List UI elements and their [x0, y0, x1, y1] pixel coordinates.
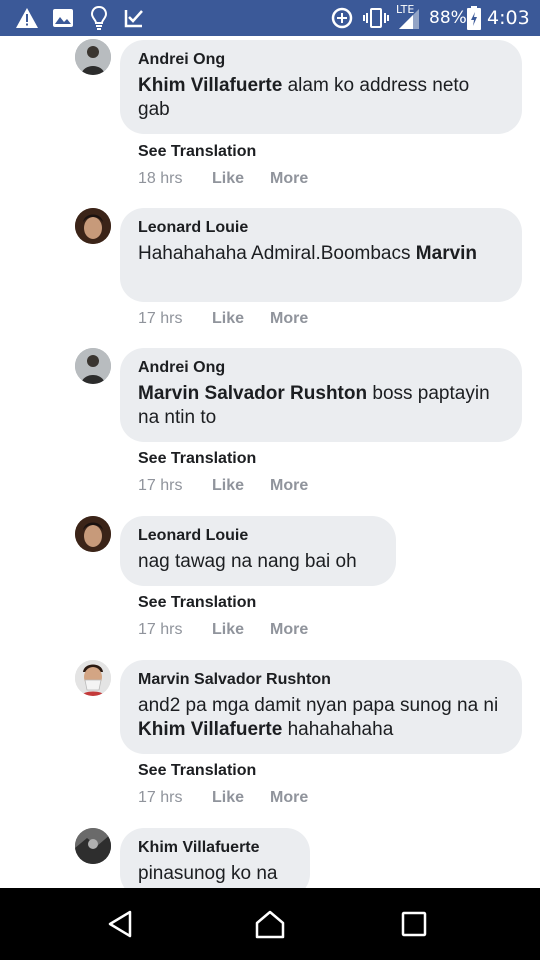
mention-link[interactable]: Khim Villafuerte — [138, 719, 282, 740]
like-button[interactable]: Like — [212, 477, 244, 495]
comment-text: Khim Villafuerte alam ko address neto ga… — [138, 75, 470, 120]
avatar[interactable] — [75, 348, 111, 384]
avatar[interactable] — [75, 828, 111, 864]
vibrate-icon — [362, 5, 390, 31]
comment-timestamp: 17 hrs — [138, 477, 183, 494]
comment-text: Marvin Salvador Rushton boss paptayin na… — [138, 383, 490, 428]
comment-timestamp: 17 hrs — [138, 310, 183, 327]
more-button[interactable]: More — [270, 310, 308, 328]
more-button[interactable]: More — [270, 170, 308, 188]
like-button[interactable]: Like — [212, 789, 244, 807]
see-translation-link[interactable]: See Translation — [138, 594, 256, 612]
avatar[interactable] — [75, 660, 111, 696]
mention-link[interactable]: Marvin — [416, 243, 477, 264]
avatar[interactable] — [75, 208, 111, 244]
avatar[interactable] — [75, 516, 111, 552]
comment-bubble[interactable]: Khim Villafuerte pinasunog ko na — [120, 828, 310, 888]
comment-timestamp: 17 hrs — [138, 621, 183, 638]
comment-author[interactable]: Leonard Louie — [138, 218, 504, 238]
comment-text: nag tawag na nang bai oh — [138, 551, 357, 572]
comment-bubble[interactable]: Andrei Ong Khim Villafuerte alam ko addr… — [120, 40, 522, 134]
mention-link[interactable]: Khim Villafuerte — [138, 75, 282, 96]
comment-author[interactable]: Marvin Salvador Rushton — [138, 670, 504, 690]
comment-bubble[interactable]: Leonard Louie nag tawag na nang bai oh — [120, 516, 396, 586]
warning-icon — [14, 5, 40, 31]
check-icon — [122, 5, 146, 31]
avatar[interactable] — [75, 39, 111, 75]
clock: 4:03 — [487, 7, 530, 29]
comment-author[interactable]: Leonard Louie — [138, 526, 378, 546]
image-icon — [51, 5, 75, 31]
see-translation-link[interactable]: See Translation — [138, 143, 256, 161]
more-button[interactable]: More — [270, 621, 308, 639]
comment-text: Hahahahaha Admiral.Boombacs Marvin — [138, 243, 478, 264]
recents-icon[interactable] — [394, 904, 434, 944]
comment-author[interactable]: Khim Villafuerte — [138, 838, 292, 858]
comment-author[interactable]: Andrei Ong — [138, 358, 504, 378]
like-button[interactable]: Like — [212, 310, 244, 328]
comment-bubble[interactable]: Marvin Salvador Rushton and2 pa mga dami… — [120, 660, 522, 754]
comment-text: pinasunog ko na — [138, 863, 278, 884]
more-button[interactable]: More — [270, 477, 308, 495]
back-icon[interactable] — [100, 904, 140, 944]
see-translation-link[interactable]: See Translation — [138, 762, 256, 780]
comment-timestamp: 18 hrs — [138, 170, 183, 187]
comment-timestamp: 17 hrs — [138, 789, 183, 806]
more-button[interactable]: More — [270, 789, 308, 807]
like-button[interactable]: Like — [212, 170, 244, 188]
home-icon[interactable] — [250, 904, 290, 944]
network-type-label: LTE — [396, 3, 415, 16]
see-translation-link[interactable]: See Translation — [138, 450, 256, 468]
battery-icon — [467, 5, 481, 31]
status-bar: LTE 88% 4:03 — [0, 0, 540, 36]
comment-feed[interactable]: Andrei Ong Khim Villafuerte alam ko addr… — [0, 36, 540, 888]
battery-percent: 88% — [429, 8, 467, 28]
data-saver-icon — [330, 5, 354, 31]
mention-link[interactable]: Marvin Salvador Rushton — [138, 383, 367, 404]
navigation-bar — [0, 888, 540, 960]
comment-bubble[interactable]: Leonard Louie Hahahahaha Admiral.Boombac… — [120, 208, 522, 302]
lightbulb-icon — [88, 5, 110, 31]
comment-text: and2 pa mga damit nyan papa sunog na ni … — [138, 695, 499, 740]
like-button[interactable]: Like — [212, 621, 244, 639]
comment-author[interactable]: Andrei Ong — [138, 50, 504, 70]
comment-bubble[interactable]: Andrei Ong Marvin Salvador Rushton boss … — [120, 348, 522, 442]
